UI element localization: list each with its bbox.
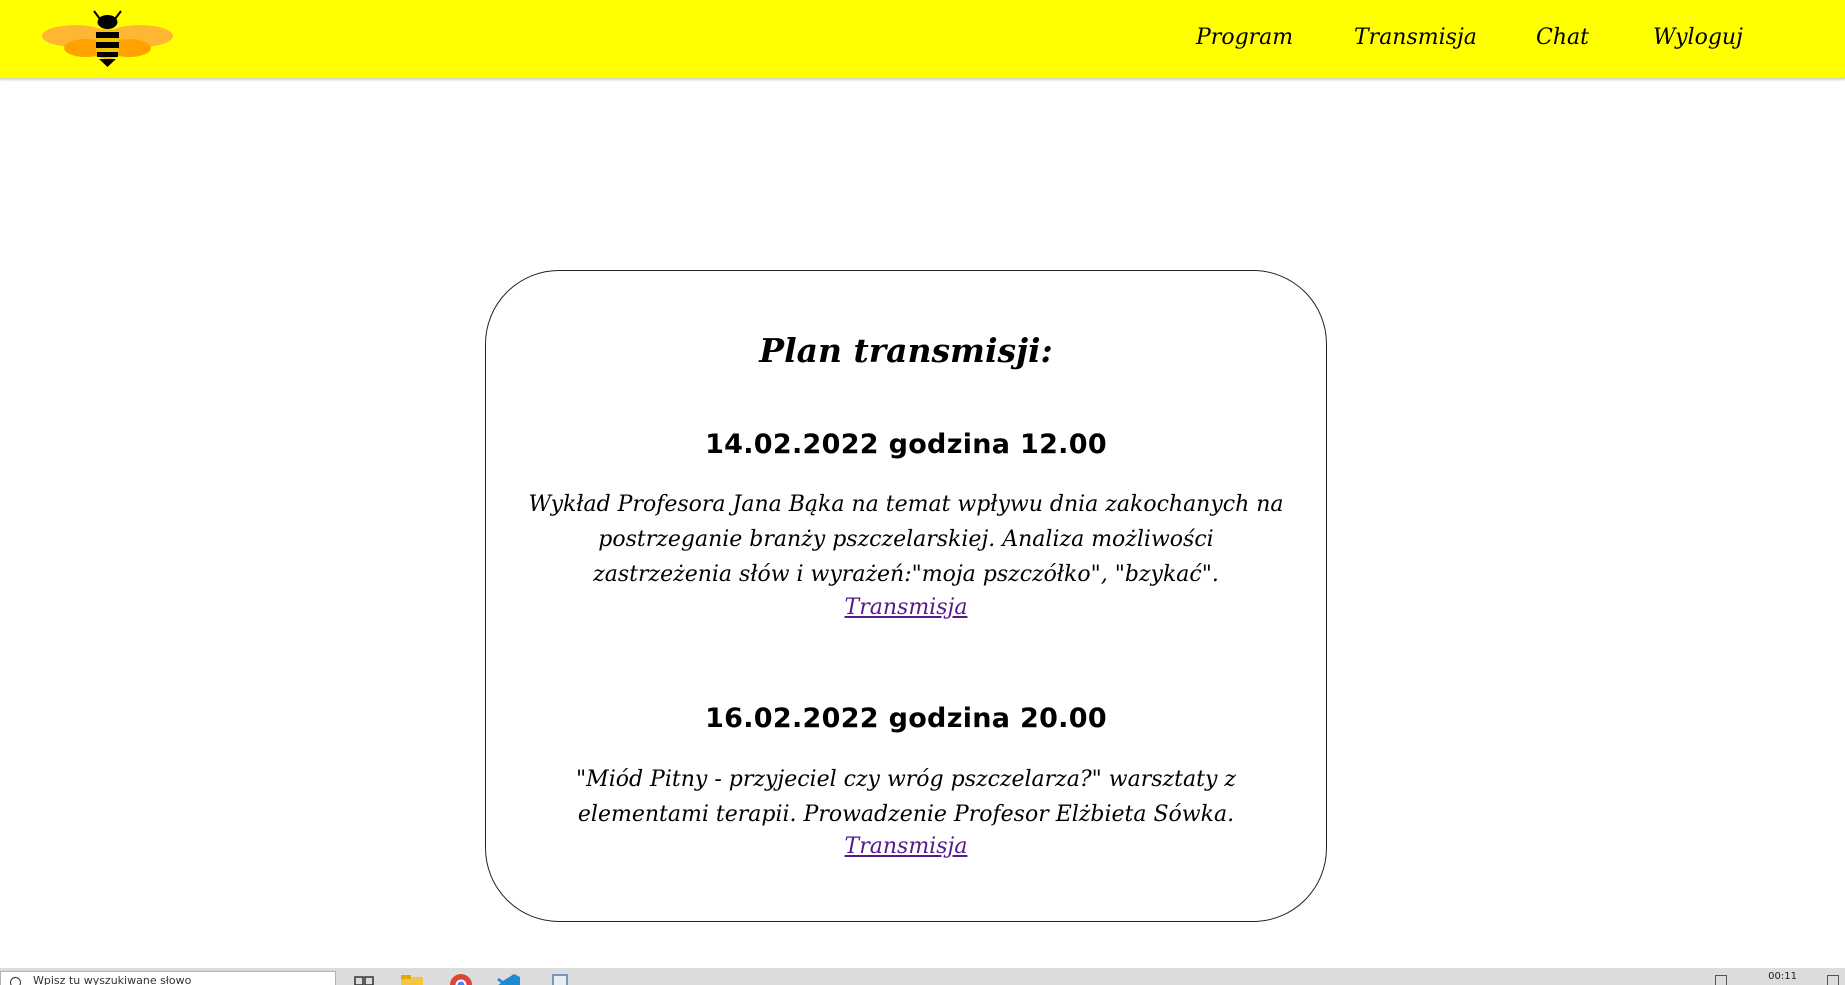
task-view-icon[interactable]	[352, 973, 376, 985]
event-description: Wykład Profesora Jana Bąka na temat wpły…	[528, 492, 1284, 587]
schedule-title: Plan transmisji:	[759, 331, 1053, 370]
event-date: 14.02.2022 godzina 12.00	[705, 429, 1107, 460]
nav-chat[interactable]: Chat	[1536, 0, 1589, 78]
windows-taskbar: Wpisz tu wyszukiwane słowo 00:11	[0, 968, 1845, 985]
event-date: 16.02.2022 godzina 20.00	[705, 703, 1107, 734]
taskbar-search-input[interactable]: Wpisz tu wyszukiwane słowo	[0, 971, 336, 985]
taskbar-clock: 00:11	[1768, 971, 1797, 982]
event-link-container: Transmisja	[486, 593, 1326, 623]
event-transmission-link[interactable]: Transmisja	[845, 834, 968, 859]
taskbar-search-placeholder: Wpisz tu wyszukiwane słowo	[33, 974, 192, 985]
schedule-card: Plan transmisji: 14.02.2022 godzina 12.0…	[485, 270, 1327, 922]
event-transmission-link[interactable]: Transmisja	[845, 595, 968, 620]
file-explorer-icon[interactable]	[400, 973, 424, 985]
document-icon[interactable]	[548, 973, 572, 985]
vscode-icon[interactable]	[497, 973, 521, 985]
search-icon	[10, 977, 21, 985]
nav-logout[interactable]: Wyloguj	[1653, 0, 1743, 78]
nav-program[interactable]: Program	[1196, 0, 1293, 78]
top-navigation-bar: Program Transmisja Chat Wyloguj	[0, 0, 1845, 79]
notification-area-icon[interactable]	[1715, 975, 1727, 985]
nav-transmisja[interactable]: Transmisja	[1354, 0, 1477, 78]
event-description: "Miód Pitny - przyjeciel czy wróg pszcze…	[576, 767, 1236, 827]
action-center-icon[interactable]	[1827, 975, 1839, 985]
bee-logo-icon[interactable]	[40, 10, 175, 68]
event-link-container: Transmisja	[486, 832, 1326, 862]
chrome-icon[interactable]	[449, 973, 473, 985]
